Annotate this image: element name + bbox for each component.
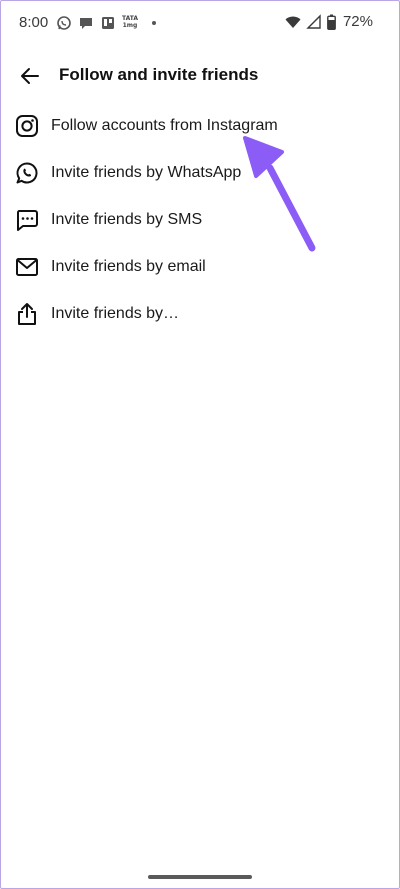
notification-icons: TATA 1mg xyxy=(56,15,156,31)
tata-1mg-icon: TATA 1mg xyxy=(122,15,139,29)
trello-icon xyxy=(102,17,114,29)
system-icons: 72% xyxy=(285,13,373,30)
status-bar: 8:00 TATA 1mg 72% xyxy=(0,0,400,46)
instagram-icon xyxy=(16,114,38,137)
menu-item-label: Invite friends by WhatsApp xyxy=(51,163,242,181)
invite-email-item[interactable]: Invite friends by email xyxy=(0,243,400,290)
annotation-arrow-icon xyxy=(243,136,316,252)
sms-icon xyxy=(16,209,38,231)
home-gesture-bar[interactable] xyxy=(148,875,252,879)
menu-item-label: Invite friends by email xyxy=(51,257,206,275)
invite-sms-item[interactable]: Invite friends by SMS xyxy=(0,196,400,243)
invite-whatsapp-item[interactable]: Invite friends by WhatsApp xyxy=(0,149,400,196)
cellular-signal-icon xyxy=(306,13,321,29)
arrow-left-icon xyxy=(21,68,39,84)
status-time: 8:00 xyxy=(19,14,49,31)
email-icon xyxy=(16,257,38,276)
battery-icon xyxy=(327,14,336,30)
wifi-icon xyxy=(285,16,301,28)
back-button[interactable] xyxy=(16,62,44,90)
whatsapp-icon xyxy=(16,161,38,183)
chat-bubble-icon xyxy=(80,18,92,29)
menu-item-label: Invite friends by SMS xyxy=(51,210,203,228)
app-bar: Follow and invite friends xyxy=(0,52,400,98)
follow-instagram-item[interactable]: Follow accounts from Instagram xyxy=(0,102,400,149)
menu-item-label: Invite friends by… xyxy=(51,304,180,322)
share-icon xyxy=(18,302,36,325)
whatsapp-icon xyxy=(57,16,71,30)
notification-dot-icon xyxy=(152,21,156,25)
page-title: Follow and invite friends xyxy=(59,65,259,84)
invite-options-list: Follow accounts from Instagram Invite fr… xyxy=(0,102,400,337)
invite-share-item[interactable]: Invite friends by… xyxy=(0,290,400,337)
battery-percent: 72% xyxy=(342,13,373,30)
